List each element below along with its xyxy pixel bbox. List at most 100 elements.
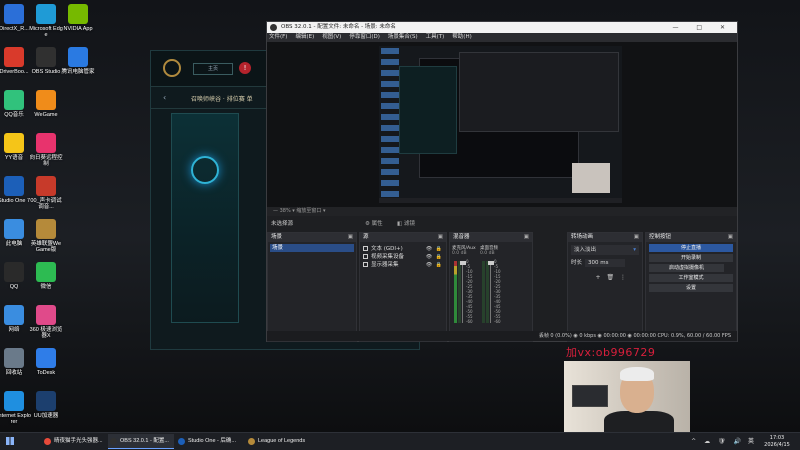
program-preview[interactable]	[379, 46, 622, 203]
filters-button[interactable]: ◧ 滤镜	[391, 220, 421, 228]
taskbar-app-icon	[178, 438, 185, 445]
desktop-icon-label: QQ	[9, 284, 19, 290]
desktop-icon[interactable]: DriverBoo...	[0, 47, 31, 75]
start-recording-button[interactable]: 开始录制	[649, 254, 733, 262]
app-icon	[36, 305, 56, 325]
mixer-channel-db: 0.0 dB	[452, 251, 467, 256]
menu-item[interactable]: 视图(V)	[322, 34, 341, 40]
desktop-icon[interactable]: NVIDIA App	[61, 4, 95, 32]
taskbar-app-button[interactable]: Studio One - 后确...	[176, 434, 244, 449]
desktop-icons: DirectX_R... Microsoft Edge NVIDIA App Driv…	[0, 0, 100, 432]
desktop-icon[interactable]: Microsoft Edge	[29, 4, 63, 39]
transitions-dock-toolbar[interactable]: + 🗑 ⋮	[568, 273, 642, 282]
desktop-icon[interactable]: 00_声卡调试调音...	[29, 176, 63, 211]
obs-menubar: 文件(F) 编辑(E) 视图(V) 停靠窗口(D) 场景集合(S) 工具(T) 帮助(H)	[267, 33, 737, 42]
desktop-icon[interactable]: DirectX_R...	[0, 4, 31, 32]
webcam-background-monitor	[572, 385, 608, 407]
desktop-icon[interactable]: Internet Explorer	[0, 391, 31, 426]
taskbar-app-button[interactable]: 晴夜猫手光头强器...	[42, 434, 106, 449]
visibility-lock-icons[interactable]: 👁 🔒	[426, 261, 443, 269]
taskbar-app-button[interactable]: OBS 32.0.1 - 配置...	[108, 434, 174, 449]
desktop-icon-label: ToDesk	[36, 370, 56, 376]
dock-undock-icon[interactable]: ▣	[634, 233, 639, 242]
desktop-icon-label: 回收站	[5, 370, 23, 376]
desktop-icon[interactable]: 英雄联盟WeGame版	[29, 219, 63, 254]
transition-selected-value: 淡入淡出	[574, 247, 597, 253]
desktop-icon[interactable]: 360 极速浏览器X	[29, 305, 63, 340]
menu-item[interactable]: 工具(T)	[426, 34, 445, 40]
sources-dock-title: 源	[363, 234, 369, 240]
desktop-icon[interactable]: 向日葵远程控制	[29, 133, 63, 168]
menu-item[interactable]: 文件(F)	[269, 34, 287, 40]
app-icon	[36, 348, 56, 368]
app-icon	[4, 262, 24, 282]
desktop-icon[interactable]: 回收站	[0, 348, 31, 376]
desktop-icon[interactable]: 微信	[29, 262, 63, 290]
clock[interactable]: 17:03 2026/4/15	[760, 435, 794, 448]
menu-item[interactable]: 停靠窗口(D)	[349, 34, 380, 40]
volume-fader[interactable]	[490, 261, 491, 323]
studio-mode-button[interactable]: 工作室模式	[649, 274, 733, 282]
windows-start-icon[interactable]	[6, 437, 14, 445]
league-logo-icon[interactable]	[163, 59, 181, 77]
source-item-display-capture[interactable]: 显示器采集 👁 🔒	[360, 261, 446, 269]
menu-item[interactable]: 编辑(E)	[295, 34, 314, 40]
text-source-icon	[363, 246, 368, 251]
menu-item[interactable]: 场景集合(S)	[388, 34, 418, 40]
desktop-icon-label: 此电脑	[5, 241, 23, 247]
scenes-dock-title: 场景	[271, 234, 283, 240]
menu-item[interactable]: 帮助(H)	[452, 34, 471, 40]
league-home-button[interactable]: 主页	[193, 63, 233, 75]
volume-fader[interactable]	[462, 261, 463, 323]
dock-undock-icon[interactable]: ▣	[348, 233, 353, 242]
source-item-video-capture[interactable]: 视频采集设备 👁 🔒	[360, 253, 446, 261]
mixer-channel-mic: 麦克风/Aux 0.0 dB 0 -5 -10 -15 -20 -25 -30 -35 -40-…	[452, 245, 476, 333]
desktop-icon[interactable]: YY语音	[0, 133, 31, 161]
transition-select[interactable]: 淡入淡出 ▾	[571, 245, 639, 255]
visibility-lock-icons[interactable]: 👁 🔒	[426, 253, 443, 261]
preview-zoom-bar[interactable]: — 38% ▾ 缩放至窗口 ▾	[267, 207, 737, 216]
visibility-lock-icons[interactable]: 👁 🔒	[426, 245, 443, 253]
window-controls[interactable]: — □ ✕	[672, 22, 733, 33]
monitor-source-icon	[363, 262, 368, 267]
desktop-icon[interactable]: QQ音乐	[0, 90, 31, 118]
audio-mixer-dock: 混音器 ▣ 麦克风/Aux 0.0 dB 0 -5 -10 -15 -20 -25 -30-…	[449, 232, 533, 342]
dock-undock-icon[interactable]: ▣	[438, 233, 443, 242]
ime-indicator[interactable]: 英	[748, 434, 754, 449]
controls-dock-header: 控制按钮 ▣	[646, 233, 736, 242]
webcam-overlay	[564, 361, 690, 434]
tray-icons[interactable]: ^ ☁ 🛡 🔊	[684, 434, 744, 449]
desktop-icon-label: OBS Studio	[31, 69, 61, 75]
desktop-icon-label: Studio One 7	[0, 198, 31, 204]
desktop-icon[interactable]: 网络	[0, 305, 31, 333]
obs-window[interactable]: OBS 32.0.1 - 配置文件: 未命名 - 场景: 未命名 — □ ✕ 文…	[266, 21, 738, 342]
desktop-icon[interactable]: 此电脑	[0, 219, 31, 247]
desktop-icon[interactable]: Studio One 7	[0, 176, 31, 204]
desktop-icon[interactable]: 腾讯电脑管家	[61, 47, 95, 75]
duration-input[interactable]: 300 ms	[585, 259, 625, 267]
desktop-icon-label: 英雄联盟WeGame版	[30, 241, 62, 254]
desktop-icon-label: 向日葵远程控制	[29, 155, 63, 168]
preview-area[interactable]	[267, 42, 737, 207]
mixer-dock-header: 混音器 ▣	[450, 233, 532, 242]
start-virtual-camera-button[interactable]: 启动虚拟摄像机	[649, 264, 724, 272]
desktop-icon[interactable]: UU加速器	[29, 391, 63, 419]
taskbar-app-button[interactable]: League of Legends	[246, 434, 318, 449]
transitions-dock-header: 转场动画 ▣	[568, 233, 642, 242]
stop-streaming-button[interactable]: 停止直播	[649, 244, 733, 252]
desktop-icon[interactable]: QQ	[0, 262, 31, 290]
properties-button[interactable]: ⚙ 属性	[359, 220, 389, 228]
back-arrow-icon[interactable]: ‹	[163, 93, 166, 102]
desktop-icon[interactable]: WeGame	[29, 90, 63, 118]
alert-icon[interactable]: !	[239, 62, 251, 74]
duration-row: 时长 300 ms	[571, 258, 639, 268]
scene-list-item[interactable]: 场景	[270, 244, 354, 252]
dock-undock-icon[interactable]: ▣	[728, 233, 733, 242]
settings-button[interactable]: 设置	[649, 284, 733, 292]
app-icon	[36, 391, 56, 411]
app-icon	[4, 391, 24, 411]
desktop-icon[interactable]: ToDesk	[29, 348, 63, 376]
desktop-icon[interactable]: OBS Studio	[29, 47, 63, 75]
dock-undock-icon[interactable]: ▣	[524, 233, 529, 242]
source-item-text[interactable]: 文本 (GDI+) 👁 🔒	[360, 245, 446, 253]
